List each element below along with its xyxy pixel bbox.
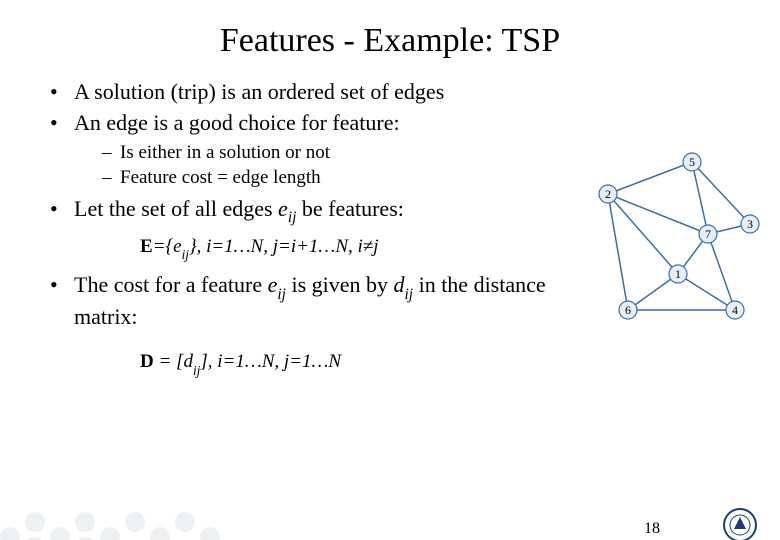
graph-node-label: 4 xyxy=(732,303,738,317)
sub-bullet-2: Feature cost = edge length xyxy=(102,166,570,191)
graph-edge xyxy=(692,162,750,224)
page-number: 18 xyxy=(644,520,660,538)
bullet-3: Let the set of all edges eij be features… xyxy=(50,195,570,227)
bullet-4-pre: The cost for a feature xyxy=(74,272,268,297)
bullet-list-2: The cost for a feature eij is given by d… xyxy=(50,271,570,332)
formula-2-rest: , i=1…N, j=1…N xyxy=(208,351,341,372)
graph-node-label: 1 xyxy=(675,267,681,281)
formula-1-lbr: { xyxy=(166,236,174,257)
bullet-3-pre: Let the set of all edges xyxy=(74,196,278,221)
formula-2-d: d xyxy=(183,351,193,372)
graph-node-label: 6 xyxy=(625,303,631,317)
graph-edge xyxy=(608,162,692,194)
bullet-2: An edge is a good choice for feature: Is… xyxy=(50,109,570,191)
formula-1-E: E xyxy=(140,236,153,257)
graph-edge xyxy=(608,194,678,274)
formula-1-ij: ij xyxy=(182,247,189,262)
bullet-4-mid: is given by xyxy=(286,272,394,297)
bullet-1: A solution (trip) is an ordered set of e… xyxy=(50,78,570,107)
graph-svg: 1 2 3 4 5 6 7 xyxy=(580,152,760,342)
graph-node-label: 3 xyxy=(747,217,753,231)
graph-edge xyxy=(678,274,735,310)
formula-2-rbr: ] xyxy=(200,351,207,372)
graph-node-label: 2 xyxy=(605,187,611,201)
formula-2-D: D xyxy=(140,351,154,372)
sub-bullet-list: Is either in a solution or not Feature c… xyxy=(74,141,570,190)
bullet-list: A solution (trip) is an ordered set of e… xyxy=(50,78,570,227)
graph-edge xyxy=(608,194,628,310)
bullet-4-var1: e xyxy=(268,272,278,297)
bullet-4: The cost for a feature eij is given by d… xyxy=(50,271,570,332)
bullet-3-post: be features: xyxy=(296,196,404,221)
graph-edge xyxy=(608,194,708,234)
graph-node-label: 7 xyxy=(705,227,711,241)
bullet-4-var2: d xyxy=(394,272,405,297)
college-logo-icon xyxy=(722,507,758,540)
bullet-4-sub2: ij xyxy=(405,286,414,303)
graph-edge xyxy=(708,234,735,310)
bullet-3-sub: ij xyxy=(288,209,297,226)
formula-2: D = [dij], i=1…N, j=1…N xyxy=(140,350,570,376)
bullet-2-text: An edge is a good choice for feature: xyxy=(74,110,400,135)
formula-1-rbr: } xyxy=(189,236,197,257)
formula-2-eq: = xyxy=(154,351,176,372)
formula-1: E={eij}, i=1…N, j=i+1…N, i≠j xyxy=(140,235,570,261)
graph-edge xyxy=(692,162,708,234)
content-area: A solution (trip) is an ordered set of e… xyxy=(50,78,570,376)
formula-2-ij: ij xyxy=(193,363,200,378)
bullet-3-var: e xyxy=(278,196,288,221)
bullet-4-sub1: ij xyxy=(277,286,286,303)
formula-1-eq: = xyxy=(153,236,166,257)
formula-1-rest: , i=1…N, j=i+1…N, i≠j xyxy=(197,236,379,257)
background-pattern-icon xyxy=(0,467,250,540)
tsp-graph: 1 2 3 4 5 6 7 xyxy=(580,152,760,342)
sub-bullet-1: Is either in a solution or not xyxy=(102,141,570,166)
slide-title: Features - Example: TSP xyxy=(0,22,780,60)
formula-1-e: e xyxy=(173,236,181,257)
graph-node-label: 5 xyxy=(689,155,695,169)
